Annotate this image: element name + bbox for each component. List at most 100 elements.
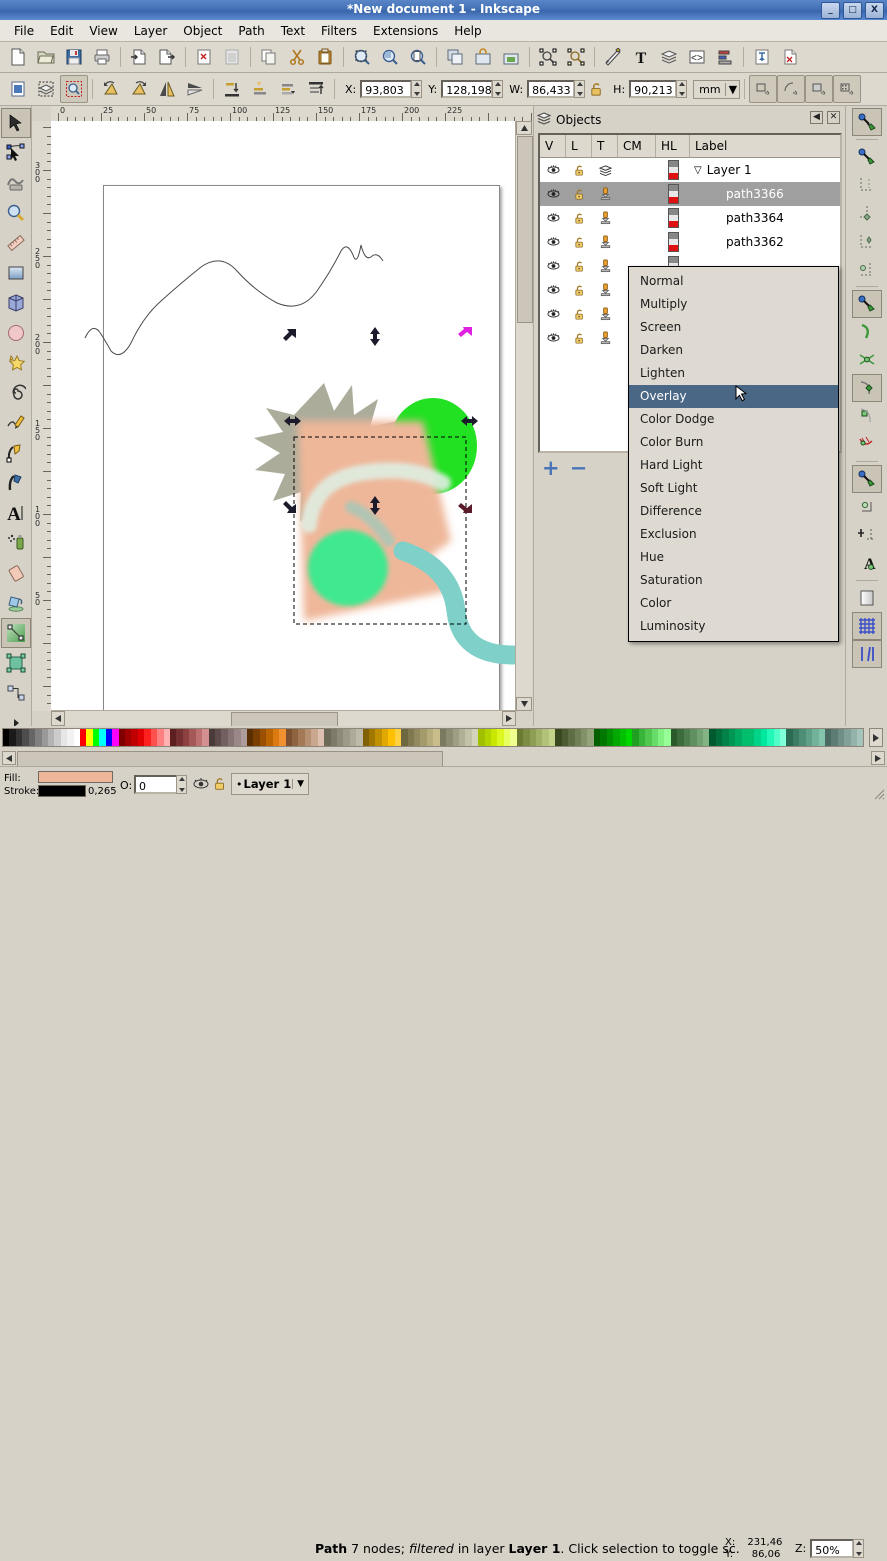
- zoom-drawing-icon[interactable]: [376, 43, 404, 71]
- menu-item-text[interactable]: Text: [273, 22, 313, 40]
- blend-option-hue[interactable]: Hue: [629, 546, 838, 569]
- deselect-icon[interactable]: [60, 75, 88, 103]
- rotate-ccw-icon[interactable]: [97, 75, 125, 103]
- flip-horizontal-icon[interactable]: [153, 75, 181, 103]
- highlight-color-swatch[interactable]: [656, 206, 690, 230]
- objects-cell-cm[interactable]: [618, 182, 656, 206]
- snap-smooth-node-icon[interactable]: [852, 402, 882, 430]
- blend-option-hard-light[interactable]: Hard Light: [629, 454, 838, 477]
- zoom-in-object-icon[interactable]: [534, 43, 562, 71]
- x-input[interactable]: 93,803: [360, 80, 412, 98]
- opacity-spinner[interactable]: [176, 775, 187, 794]
- x-spinner[interactable]: [411, 80, 422, 98]
- objects-column-hl[interactable]: HL: [656, 135, 690, 157]
- node-editor-tool[interactable]: [1, 138, 31, 168]
- eye-icon[interactable]: [193, 777, 209, 794]
- eye-icon[interactable]: [540, 206, 566, 230]
- objects-row[interactable]: ▽Layer 1: [540, 158, 840, 182]
- rotate-cw-icon[interactable]: [125, 75, 153, 103]
- snap-path-icon[interactable]: [852, 318, 882, 346]
- export-icon[interactable]: [153, 43, 181, 71]
- blend-option-normal[interactable]: Normal: [629, 270, 838, 293]
- menu-item-filters[interactable]: Filters: [313, 22, 365, 40]
- zoom-page-icon[interactable]: [404, 43, 432, 71]
- raise-to-top-icon[interactable]: [302, 75, 330, 103]
- h-spinner[interactable]: [676, 80, 687, 98]
- snap-midpoint-icon[interactable]: [852, 430, 882, 458]
- unlock-icon[interactable]: [213, 777, 227, 794]
- scroll-up-button[interactable]: [516, 121, 532, 135]
- add-object-button[interactable]: +: [542, 461, 560, 475]
- snap-grid-icon[interactable]: [852, 612, 882, 640]
- objects-column-t[interactable]: T: [592, 135, 618, 157]
- h-input[interactable]: 90,213: [629, 80, 677, 98]
- copy-icon[interactable]: [255, 43, 283, 71]
- open-document-icon[interactable]: [32, 43, 60, 71]
- maximize-button[interactable]: □: [843, 2, 862, 19]
- dropper-tool[interactable]: [1, 648, 31, 678]
- path-icon[interactable]: [592, 206, 618, 230]
- measure-tool[interactable]: [1, 228, 31, 258]
- blend-option-darken[interactable]: Darken: [629, 339, 838, 362]
- cut-icon[interactable]: [283, 43, 311, 71]
- snap-bbox-edge-icon[interactable]: [852, 171, 882, 199]
- close-button[interactable]: X: [865, 2, 884, 19]
- selection-handles[interactable]: [51, 121, 532, 711]
- blend-option-color[interactable]: Color: [629, 592, 838, 615]
- group-icon[interactable]: [469, 43, 497, 71]
- path-icon[interactable]: [592, 326, 618, 350]
- window-horizontal-scrollbar[interactable]: [0, 750, 887, 766]
- snap-guide-icon[interactable]: [852, 640, 882, 668]
- eye-icon[interactable]: [540, 230, 566, 254]
- eye-icon[interactable]: [540, 182, 566, 206]
- unlock-icon[interactable]: [566, 206, 592, 230]
- menu-item-file[interactable]: File: [6, 22, 42, 40]
- gradient-tool[interactable]: [1, 618, 31, 648]
- align-distribute-icon[interactable]: [711, 43, 739, 71]
- affect-rounded-corners-icon[interactable]: [777, 75, 805, 103]
- objects-cell-cm[interactable]: [618, 206, 656, 230]
- flip-vertical-icon[interactable]: [181, 75, 209, 103]
- path-icon[interactable]: [592, 230, 618, 254]
- clear-icon[interactable]: [218, 43, 246, 71]
- objects-row-label[interactable]: path3366: [690, 187, 840, 201]
- objects-row[interactable]: path3366: [540, 182, 840, 206]
- blend-option-overlay[interactable]: Overlay: [629, 385, 838, 408]
- stroke-color-swatch[interactable]: [38, 785, 86, 797]
- zoom-selection-icon[interactable]: [348, 43, 376, 71]
- menu-item-edit[interactable]: Edit: [42, 22, 81, 40]
- window-scroll-right-button[interactable]: [871, 751, 885, 765]
- resize-grip[interactable]: [871, 786, 885, 800]
- expander-icon[interactable]: ▽: [694, 165, 702, 176]
- scroll-down-button[interactable]: [516, 697, 532, 711]
- canvas-vertical-scrollbar[interactable]: [515, 121, 532, 711]
- import-icon[interactable]: [125, 43, 153, 71]
- snap-object-center-icon[interactable]: [852, 465, 882, 493]
- fill-color-swatch[interactable]: [38, 771, 113, 783]
- blend-option-color-dodge[interactable]: Color Dodge: [629, 408, 838, 431]
- eraser-tool[interactable]: [1, 558, 31, 588]
- remove-object-button[interactable]: −: [570, 461, 588, 475]
- horizontal-ruler[interactable]: 0255075100125150175200225: [51, 106, 532, 122]
- layers-icon[interactable]: [655, 43, 683, 71]
- menu-item-path[interactable]: Path: [230, 22, 272, 40]
- objects-column-l[interactable]: L: [566, 135, 592, 157]
- objects-row[interactable]: path3362: [540, 230, 840, 254]
- affect-gradients-icon[interactable]: [805, 75, 833, 103]
- ellipse-tool[interactable]: [1, 318, 31, 348]
- spray-tool[interactable]: [1, 528, 31, 558]
- rectangle-tool[interactable]: [1, 258, 31, 288]
- unlock-icon[interactable]: [566, 326, 592, 350]
- blend-option-exclusion[interactable]: Exclusion: [629, 523, 838, 546]
- snap-rotation-center-icon[interactable]: [852, 493, 882, 521]
- palette-swatch[interactable]: [857, 729, 863, 746]
- blend-mode-dropdown[interactable]: NormalMultiplyScreenDarkenLightenOverlay…: [628, 266, 839, 642]
- tweak-tool[interactable]: [1, 168, 31, 198]
- palette-scroll-arrow-icon[interactable]: [869, 728, 883, 747]
- menu-item-extensions[interactable]: Extensions: [365, 22, 446, 40]
- zoom-input[interactable]: 50%: [810, 1539, 854, 1558]
- enable-snapping-icon[interactable]: [852, 108, 882, 136]
- unlock-icon[interactable]: [566, 230, 592, 254]
- xml-editor-icon[interactable]: <>: [683, 43, 711, 71]
- unit-select[interactable]: mm ▼: [693, 80, 740, 99]
